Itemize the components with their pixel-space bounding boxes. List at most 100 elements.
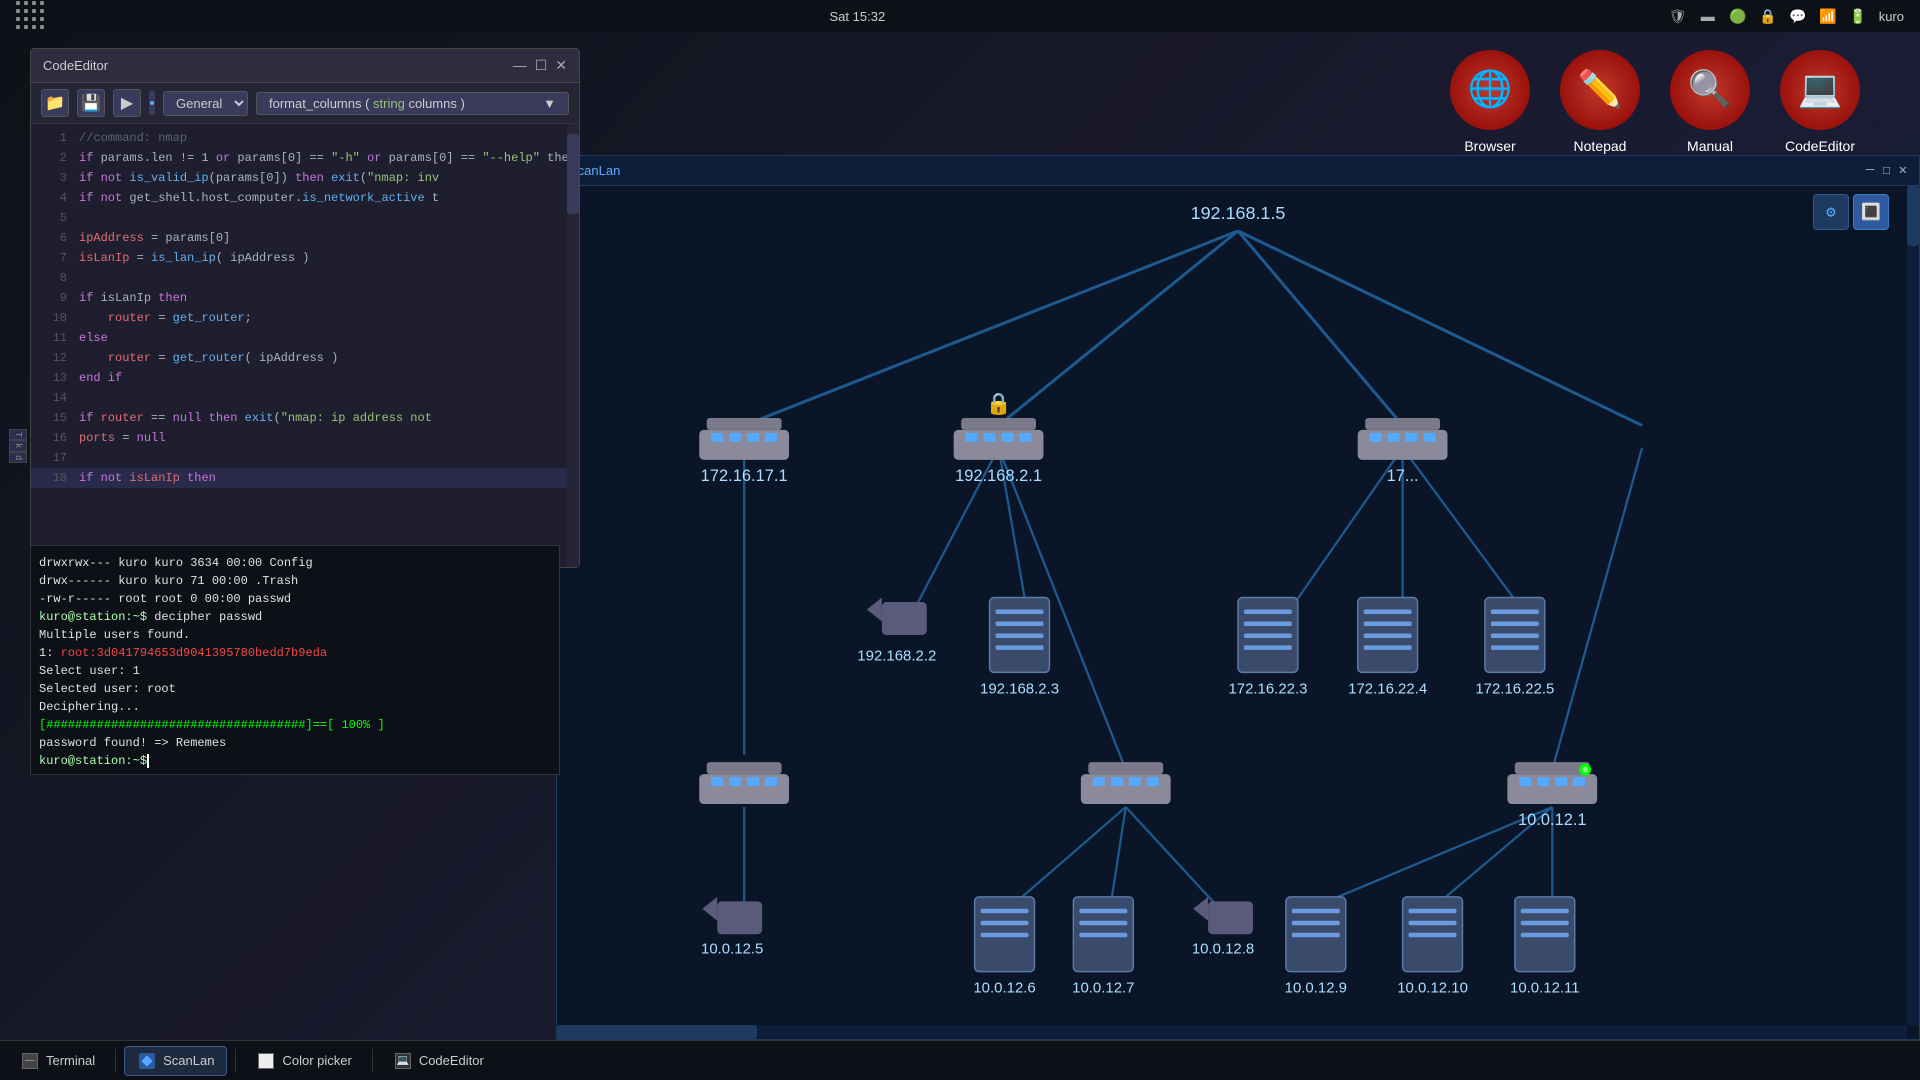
dropdown-arrow: ▼ — [543, 96, 556, 111]
svg-text:10.0.12.10: 10.0.12.10 — [1397, 980, 1468, 997]
scanlan-tool-buttons: ⚙ 🔳 — [1813, 194, 1889, 230]
codeeditor-app-icon[interactable]: 💻 CodeEditor — [1780, 50, 1860, 154]
svg-text:192.168.2.1: 192.168.2.1 — [955, 467, 1042, 485]
minimize-button[interactable]: — — [513, 57, 527, 74]
taskbar-terminal[interactable]: Terminal — [8, 1047, 107, 1075]
scanlan-title-bar: ScanLan — ☐ ✕ — [557, 156, 1919, 186]
code-line-13: 13 end if — [31, 368, 579, 388]
term-line-5: Multiple users found. — [39, 626, 551, 644]
function-selector[interactable]: format_columns ( string columns ) ▼ — [256, 92, 569, 115]
svg-text:10.0.12.11: 10.0.12.11 — [1510, 980, 1580, 997]
code-line-3: 3 if not is_valid_ip(params[0]) then exi… — [31, 168, 579, 188]
side-tab-k[interactable]: k — [9, 440, 27, 451]
term-line-7: Select user: 1 — [39, 662, 551, 680]
code-line-1: 1 //command: nmap — [31, 128, 579, 148]
code-editor-title-bar: CodeEditor — ☐ ✕ — [31, 49, 579, 83]
code-line-6: 6 ipAddress = params[0] — [31, 228, 579, 248]
svg-text:192.168.2.3: 192.168.2.3 — [980, 680, 1059, 697]
taskbar-sep-3 — [372, 1049, 373, 1073]
svg-text:172.16.22.4: 172.16.22.4 — [1348, 680, 1427, 697]
open-file-button[interactable]: 📁 — [41, 89, 69, 117]
svg-text:192.168.2.2: 192.168.2.2 — [857, 647, 936, 664]
terminal-window[interactable]: drwxrwx--- kuro kuro 3634 00:00 Config d… — [30, 545, 560, 775]
notepad-icon-img: ✏️ — [1560, 50, 1640, 130]
colorpicker-taskbar-label: Color picker — [282, 1053, 351, 1068]
code-line-8: 8 — [31, 268, 579, 288]
context-select[interactable]: General — [163, 91, 248, 116]
scanlan-controls: — ☐ ✕ — [1866, 162, 1907, 179]
term-line-10: [####################################]==… — [39, 716, 551, 734]
svg-text:172.16.22.3: 172.16.22.3 — [1228, 680, 1307, 697]
svg-text:10.0.12.6: 10.0.12.6 — [973, 980, 1035, 997]
top-bar-left — [16, 1, 46, 31]
code-line-7: 7 isLanIp = is_lan_ip( ipAddress ) — [31, 248, 579, 268]
taskbar-codeeditor2[interactable]: 💻 CodeEditor — [381, 1047, 496, 1075]
scanlan-taskbar-label: ScanLan — [163, 1053, 214, 1068]
close-button[interactable]: ✕ — [555, 57, 567, 74]
scanlan-tool-btn-2[interactable]: 🔳 — [1853, 194, 1889, 230]
code-scrollbar[interactable] — [567, 124, 579, 567]
taskbar-colorpicker[interactable]: Color picker — [244, 1047, 363, 1075]
code-line-16: 16 ports = null — [31, 428, 579, 448]
svg-text:172.16.17.1: 172.16.17.1 — [701, 467, 788, 485]
term-line-3: -rw-r----- root root 0 00:00 passwd — [39, 590, 551, 608]
scanlan-hscrollbar[interactable] — [557, 1025, 1907, 1039]
notepad-label: Notepad — [1574, 138, 1627, 154]
svg-text:10.0.12.7: 10.0.12.7 — [1072, 980, 1134, 997]
code-line-15: 15 if router == null then exit("nmap: ip… — [31, 408, 579, 428]
code-line-12: 12 router = get_router( ipAddress ) — [31, 348, 579, 368]
scanlan-minimize[interactable]: — — [1866, 162, 1874, 179]
wifi-icon: 📶 — [1819, 7, 1837, 25]
maximize-button[interactable]: ☐ — [535, 57, 548, 74]
taskbar: Terminal ScanLan Color picker 💻 CodeEdit… — [0, 1040, 1920, 1080]
terminal-content: drwxrwx--- kuro kuro 3634 00:00 Config d… — [39, 554, 551, 770]
lock-top-icon: 🔒 — [1759, 7, 1777, 25]
scanlan-tool-btn-1[interactable]: ⚙ — [1813, 194, 1849, 230]
save-file-button[interactable]: 💾 — [77, 89, 105, 117]
term-line-11: password found! => Rememes — [39, 734, 551, 752]
svg-text:17...: 17... — [1387, 467, 1419, 485]
taskbar-scanlan[interactable]: ScanLan — [124, 1046, 227, 1076]
scanlan-vscrollbar[interactable] — [1907, 186, 1919, 1025]
term-line-8: Selected user: root — [39, 680, 551, 698]
code-area[interactable]: 1 //command: nmap 2 if params.len != 1 o… — [31, 124, 579, 567]
term-line-12: kuro@station:~$ — [39, 752, 551, 770]
term-line-9: Deciphering... — [39, 698, 551, 716]
code-line-14: 14 — [31, 388, 579, 408]
function-label: format_columns ( string columns ) — [269, 96, 465, 111]
scanlan-close[interactable]: ✕ — [1899, 162, 1907, 179]
codeeditor-icon-img: 💻 — [1780, 50, 1860, 130]
privacy-icon: 🟢 — [1729, 7, 1747, 25]
side-tab-d[interactable]: d — [9, 452, 27, 463]
code-content: 1 //command: nmap 2 if params.len != 1 o… — [31, 124, 579, 492]
svg-text:172.16.22.5: 172.16.22.5 — [1475, 680, 1554, 697]
code-line-2: 2 if params.len != 1 or params[0] == "-h… — [31, 148, 579, 168]
code-scroll-thumb — [567, 134, 579, 214]
desktop: Sat 15:32 🛡 ▬ 🟢 🔒 💬 📶 🔋 kuro 🌐 Browser ✏… — [0, 0, 1920, 1080]
side-labels: T k d — [9, 429, 27, 463]
app-grid-icon[interactable] — [16, 1, 46, 31]
term-line-2: drwx------ kuro kuro 71 00:00 .Trash — [39, 572, 551, 590]
side-tab-t[interactable]: T — [9, 429, 27, 440]
taskbar-sep-1 — [115, 1049, 116, 1073]
run-button[interactable]: ▶ — [113, 89, 141, 117]
manual-app-icon[interactable]: 🔍 Manual — [1670, 50, 1750, 154]
codeeditor-label: CodeEditor — [1785, 138, 1855, 154]
datetime-label: Sat 15:32 — [830, 9, 886, 24]
codeeditor2-taskbar-label: CodeEditor — [419, 1053, 484, 1068]
taskbar-sep-2 — [235, 1049, 236, 1073]
notepad-app-icon[interactable]: ✏️ Notepad — [1560, 50, 1640, 154]
scanlan-hscroll-thumb — [557, 1025, 757, 1039]
codeeditor2-taskbar-icon: 💻 — [393, 1051, 413, 1071]
code-line-10: 10 router = get_router; — [31, 308, 579, 328]
term-line-1: drwxrwx--- kuro kuro 3634 00:00 Config — [39, 554, 551, 572]
window-controls: — ☐ ✕ — [513, 57, 567, 74]
code-line-17: 17 — [31, 448, 579, 468]
code-line-18: 18 if not isLanIp then — [31, 468, 579, 488]
scanlan-maximize[interactable]: ☐ — [1882, 162, 1890, 179]
manual-label: Manual — [1687, 138, 1733, 154]
svg-text:10.0.12.1: 10.0.12.1 — [1518, 811, 1587, 829]
browser-app-icon[interactable]: 🌐 Browser — [1450, 50, 1530, 154]
network-svg: 192.168.1.5 172.16.17.1 🔒 — [557, 186, 1919, 1039]
scanlan-window: ScanLan — ☐ ✕ — [556, 155, 1920, 1040]
